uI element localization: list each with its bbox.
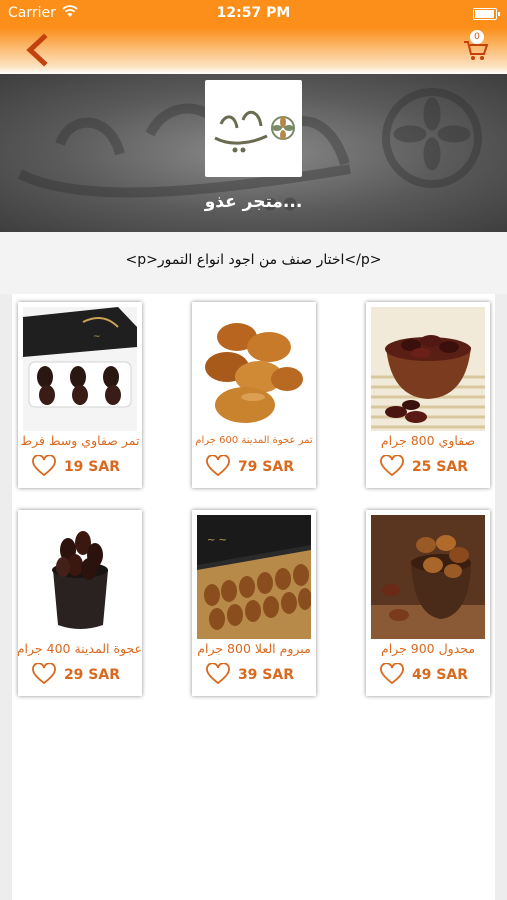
nav-bar: 0 <box>0 28 507 74</box>
product-price: 19 SAR <box>63 459 120 475</box>
product-card[interactable]: عجوة المدينة 400 جرام 29 SAR <box>18 510 142 696</box>
battery-icon <box>473 8 500 20</box>
product-name: تمر عجوة المدينة 600 جرام <box>195 435 313 446</box>
cart-button[interactable]: 0 <box>463 30 489 61</box>
svg-text:~: ~ <box>93 332 101 342</box>
chevron-left-icon <box>26 33 48 67</box>
product-price: 39 SAR <box>237 667 294 683</box>
heart-icon[interactable] <box>206 663 230 685</box>
product-image <box>23 515 137 639</box>
back-button[interactable] <box>18 30 58 70</box>
svg-text:~ ~: ~ ~ <box>207 535 227 546</box>
description-band: <p>اختار صنف من اجود انواع التمور</p> <box>0 232 507 294</box>
product-card[interactable]: تمر عجوة المدينة 600 جرام 79 SAR <box>192 302 316 488</box>
heart-icon[interactable] <box>32 663 56 685</box>
heart-icon[interactable] <box>380 455 404 477</box>
product-name: عجوة المدينة 400 جرام <box>18 641 142 656</box>
product-card[interactable]: مجدول 900 جرام 49 SAR <box>366 510 490 696</box>
heart-icon[interactable] <box>380 663 404 685</box>
product-image <box>371 515 485 639</box>
product-image <box>371 307 485 431</box>
cart-count-badge: 0 <box>470 30 484 44</box>
product-price: 49 SAR <box>411 667 468 683</box>
product-card[interactable]: ~ ~ مبروم العلا 800 جرام 39 SAR <box>192 510 316 696</box>
store-description: <p>اختار صنف من اجود انواع التمور</p> <box>125 252 382 268</box>
product-price: 25 SAR <box>411 459 468 475</box>
heart-icon[interactable] <box>32 455 56 477</box>
product-name: تمر صفاوي وسط فرط <box>20 433 140 448</box>
logo-mark <box>214 110 295 153</box>
product-grid: صفاوي 800 جرام 25 SAR تمر عجوة المدينة 6… <box>12 294 495 900</box>
product-image: ~ <box>23 307 137 431</box>
product-name: مجدول 900 جرام <box>380 641 476 656</box>
product-card[interactable]: ~ تمر صفاوي وسط فرط 19 SAR <box>18 302 142 488</box>
store-name: متجر عذو... <box>204 192 303 212</box>
product-card[interactable]: صفاوي 800 جرام 25 SAR <box>366 302 490 488</box>
store-logo <box>205 80 302 177</box>
product-name: مبروم العلا 800 جرام <box>197 641 311 656</box>
product-image: ~ ~ <box>197 515 311 639</box>
product-price: 29 SAR <box>63 667 120 683</box>
clock: 12:57 PM <box>216 5 291 21</box>
product-name: صفاوي 800 جرام <box>380 433 476 448</box>
store-banner: متجر عذو... <box>0 74 507 232</box>
status-bar: Carrier 12:57 PM <box>0 0 507 28</box>
product-price: 79 SAR <box>237 459 294 475</box>
heart-icon[interactable] <box>206 455 230 477</box>
product-image <box>197 307 311 431</box>
